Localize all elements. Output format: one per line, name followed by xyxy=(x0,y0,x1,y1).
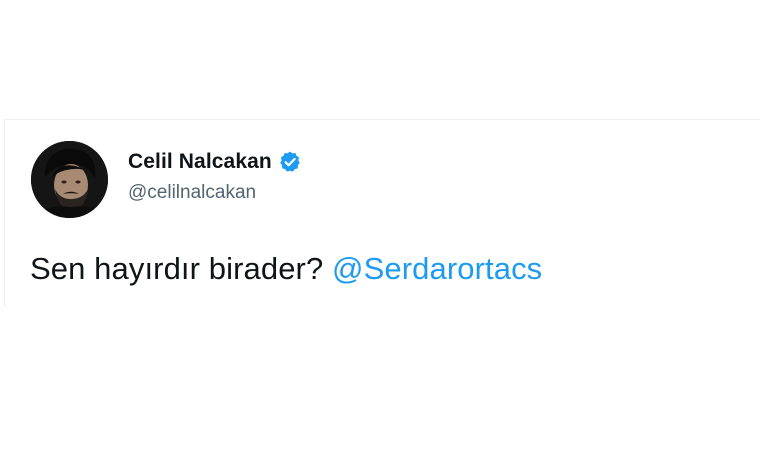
tweet-text: Sen hayırdır birader? @Serdarortacs xyxy=(30,251,542,287)
tweet-card[interactable]: Celil Nalcakan @celilnalcakan Sen hayırd… xyxy=(4,119,760,307)
handle[interactable]: @celilnalcakan xyxy=(128,182,302,204)
avatar[interactable] xyxy=(31,141,108,218)
verified-badge-icon xyxy=(278,150,302,174)
page: Celil Nalcakan @celilnalcakan Sen hayırd… xyxy=(0,0,760,450)
display-name[interactable]: Celil Nalcakan xyxy=(128,150,272,174)
avatar-image xyxy=(31,141,108,218)
tweet-body: Sen hayırdır birader? xyxy=(30,251,324,286)
author-block: Celil Nalcakan @celilnalcakan xyxy=(128,148,302,204)
name-row: Celil Nalcakan xyxy=(128,148,302,176)
mention-link[interactable]: @Serdarortacs xyxy=(332,251,542,286)
